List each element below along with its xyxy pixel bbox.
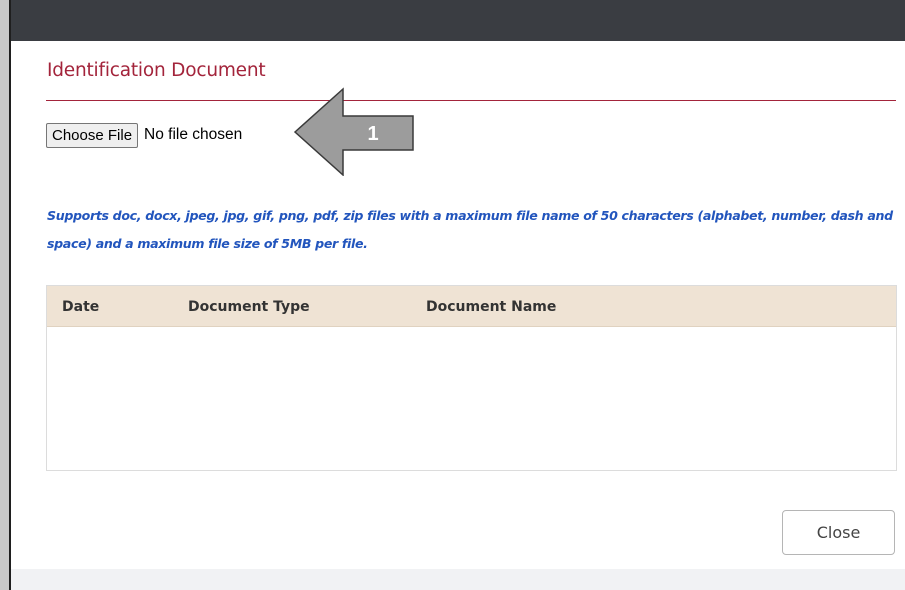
modal-header-bar — [11, 0, 905, 41]
file-status-text: No file chosen — [144, 126, 243, 143]
modal-title: Identification Document — [47, 60, 266, 81]
column-header-document-type[interactable]: Document Type — [188, 286, 310, 326]
close-button[interactable]: Close — [782, 510, 895, 555]
column-header-document-name[interactable]: Document Name — [426, 286, 556, 326]
choose-file-button[interactable]: Choose File — [46, 122, 139, 148]
column-header-date[interactable]: Date — [62, 286, 99, 326]
identification-document-modal: Identification Document Choose File No f… — [11, 0, 905, 590]
callout-step-number: 1 — [367, 122, 379, 145]
table-header: Date Document Type Document Name — [47, 286, 896, 327]
modal-footer — [11, 569, 905, 590]
file-input[interactable]: Choose File No file chosen — [46, 121, 242, 149]
supported-files-note: Supports doc, docx, jpeg, jpg, gif, png,… — [47, 208, 893, 251]
page-backdrop: Identification Document Choose File No f… — [0, 0, 905, 590]
documents-table: Date Document Type Document Name — [46, 285, 897, 471]
title-divider — [46, 100, 896, 101]
